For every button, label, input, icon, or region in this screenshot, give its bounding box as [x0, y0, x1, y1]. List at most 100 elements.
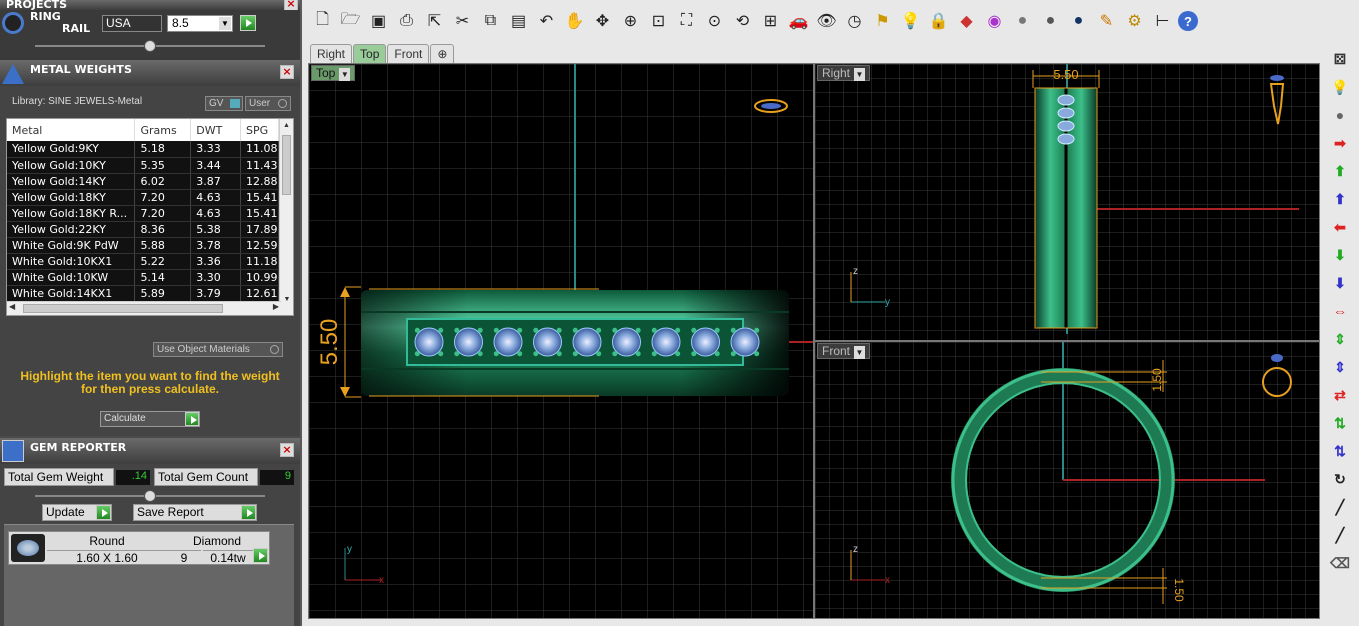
new-file-icon[interactable]: 🗋	[310, 9, 335, 34]
snap-icon[interactable]: ⚑	[870, 9, 895, 34]
use-object-materials-toggle[interactable]: Use Object Materials	[153, 342, 283, 357]
table-row[interactable]: Yellow Gold:18KY 7.20 4.63 15.41	[7, 189, 280, 206]
move-down-blue-icon[interactable]: ⬇	[1329, 272, 1351, 294]
table-row[interactable]: Yellow Gold:10KY 5.35 3.44 11.43	[7, 157, 280, 174]
chevron-down-icon[interactable]: ▼	[339, 68, 351, 81]
line-tool-icon[interactable]: ╱	[1329, 496, 1351, 518]
gem-row[interactable]: Round Diamond 1.60 X 1.60 9 0.14tw	[8, 531, 270, 565]
pan-hand-icon[interactable]: ✋	[562, 9, 587, 34]
table-row[interactable]: Yellow Gold:18KY R... 7.20 4.63 15.41	[7, 205, 280, 222]
column-header[interactable]: Metal	[7, 119, 136, 141]
render-settings-icon[interactable]: ⚄	[1329, 48, 1351, 70]
collapse-handle-icon[interactable]	[144, 490, 156, 502]
clock-icon[interactable]: ◷	[842, 9, 867, 34]
tab-right[interactable]: Right	[310, 44, 353, 63]
scroll-up-icon[interactable]: ▲	[280, 119, 293, 133]
table-row[interactable]: White Gold:10KW 5.14 3.30 10.99	[7, 269, 280, 286]
rotate-icon[interactable]: ↻	[1329, 468, 1351, 490]
zoom-extents-icon[interactable]: ⛶	[674, 9, 699, 34]
viewport-right-label[interactable]: Right ▼	[817, 65, 871, 81]
column-header[interactable]: DWT	[190, 119, 241, 141]
viewport-front[interactable]: 1.50 1.50 x z Front ▼	[814, 341, 1320, 619]
print-icon[interactable]: ⎙	[394, 9, 419, 34]
material-sphere-icon[interactable]: ●	[1329, 104, 1351, 126]
four-views-icon[interactable]: ⊞	[758, 9, 783, 34]
collapse-handle-icon[interactable]	[144, 40, 156, 52]
close-icon[interactable]: ×	[280, 443, 294, 457]
move-left-icon[interactable]: ⬅	[1329, 216, 1351, 238]
lock-icon[interactable]: 🔒	[926, 9, 951, 34]
move-icon[interactable]: ✥	[590, 9, 615, 34]
zoom-window-icon[interactable]: ⊡	[646, 9, 671, 34]
table-row[interactable]: Yellow Gold:22KY 8.36 5.38 17.89	[7, 221, 280, 238]
render-sphere-icon[interactable]: ●	[1038, 9, 1063, 34]
update-button[interactable]: Update	[42, 504, 112, 521]
gem-detail-button[interactable]	[253, 548, 268, 563]
apply-size-button[interactable]	[240, 15, 256, 31]
zoom-in-icon[interactable]: ⊕	[618, 9, 643, 34]
scroll-right-icon[interactable]: ▶	[273, 302, 279, 311]
table-row[interactable]: White Gold:9K PdW 5.88 3.78 12.59	[7, 237, 280, 254]
rotate-view-icon[interactable]: ⟲	[730, 9, 755, 34]
viewport-front-label[interactable]: Front ▼	[817, 343, 871, 359]
layers-icon[interactable]: ◆	[954, 9, 979, 34]
scroll-down-icon[interactable]: ▼	[280, 296, 293, 303]
save-icon[interactable]: ▣	[366, 9, 391, 34]
undo-icon[interactable]: ↶	[534, 9, 559, 34]
eraser-icon[interactable]: ⌫	[1329, 552, 1351, 574]
scale-horizontal-icon[interactable]: ⇔	[1329, 300, 1351, 322]
shrink-horizontal-icon[interactable]: ⇄	[1329, 384, 1351, 406]
blue-sphere-icon[interactable]: ●	[1066, 9, 1091, 34]
tab-front[interactable]: Front	[387, 44, 430, 63]
shrink-depth-icon[interactable]: ⇅	[1329, 440, 1351, 462]
region-select[interactable]: USA	[102, 15, 162, 32]
eye-icon[interactable]: 👁	[814, 9, 839, 34]
viewport-top-label[interactable]: Top ▼	[311, 65, 356, 81]
gear-icon[interactable]: ⚙	[1122, 9, 1147, 34]
move-right-icon[interactable]: ➡	[1329, 132, 1351, 154]
paste-icon[interactable]: ▤	[506, 9, 531, 34]
zoom-selected-icon[interactable]: ⊙	[702, 9, 727, 34]
line-tool-alt-icon[interactable]: ╱	[1329, 524, 1351, 546]
close-icon[interactable]: ×	[280, 65, 294, 79]
add-tab-button[interactable]: ⊕	[430, 44, 455, 63]
metal-weights-table[interactable]: Metal Grams DWT SPG Yellow Gold:9KY 5.18 3.33…	[6, 118, 294, 316]
gv-toggle[interactable]: GV	[205, 96, 243, 111]
move-down-icon[interactable]: ⬇	[1329, 244, 1351, 266]
column-header[interactable]: SPG	[240, 119, 280, 141]
bulb-icon[interactable]: 💡	[898, 9, 923, 34]
dimension-icon[interactable]: ⊢	[1150, 9, 1175, 34]
table-row[interactable]: Yellow Gold:9KY 5.18 3.33 11.08	[7, 141, 280, 158]
scroll-thumb[interactable]	[282, 135, 291, 195]
column-header[interactable]: Grams	[134, 119, 192, 141]
move-up-icon[interactable]: ⬆	[1329, 160, 1351, 182]
pen-icon[interactable]: ✎	[1094, 9, 1119, 34]
move-up-blue-icon[interactable]: ⬆	[1329, 188, 1351, 210]
color-wheel-icon[interactable]: ◉	[982, 9, 1007, 34]
chevron-down-icon[interactable]: ▼	[854, 68, 866, 81]
tab-top[interactable]: Top	[353, 44, 387, 63]
shaded-sphere-icon[interactable]: ●	[1010, 9, 1035, 34]
light-bulb-icon[interactable]: 💡	[1329, 76, 1351, 98]
hscroll-thumb[interactable]	[23, 304, 223, 313]
table-row[interactable]: Yellow Gold:14KY 6.02 3.87 12.88	[7, 173, 280, 190]
viewport-top[interactable]: 5.50 x y Top ▼	[308, 63, 814, 619]
user-toggle[interactable]: User	[245, 96, 291, 111]
copy-icon[interactable]: ⧉	[478, 9, 503, 34]
open-folder-icon[interactable]: 🗁	[338, 9, 363, 34]
save-report-button[interactable]: Save Report	[133, 504, 257, 521]
help-icon[interactable]: ?	[1178, 11, 1198, 31]
table-row[interactable]: White Gold:10KX1 5.22 3.36 11.18	[7, 253, 280, 270]
cut-icon[interactable]: ✂	[450, 9, 475, 34]
calculate-button[interactable]: Calculate	[100, 411, 200, 427]
table-row[interactable]: White Gold:14KX1 5.89 3.79 12.61	[7, 285, 280, 302]
shrink-vertical-icon[interactable]: ⇅	[1329, 412, 1351, 434]
horizontal-scrollbar[interactable]: ◀ ▶	[7, 301, 281, 315]
scale-vertical-icon[interactable]: ⇕	[1329, 328, 1351, 350]
scale-depth-icon[interactable]: ⇕	[1329, 356, 1351, 378]
car-icon[interactable]: 🚗	[786, 9, 811, 34]
size-select[interactable]: 8.5 ▼	[167, 15, 233, 32]
scroll-left-icon[interactable]: ◀	[9, 302, 15, 311]
viewport-right[interactable]: 5.50 y z Right ▼	[814, 63, 1320, 341]
vertical-scrollbar[interactable]: ▲ ▼	[279, 119, 293, 315]
